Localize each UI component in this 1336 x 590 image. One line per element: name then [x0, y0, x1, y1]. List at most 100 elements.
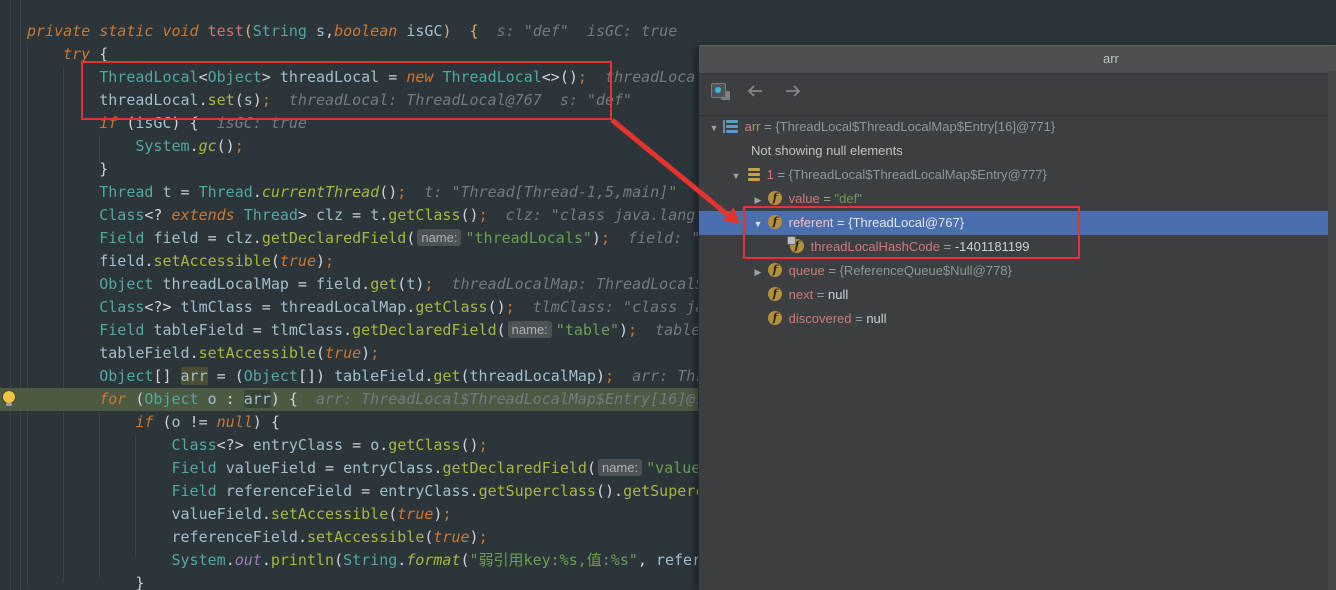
- code-token: setAccessible: [271, 505, 388, 523]
- code-token: = (: [208, 367, 244, 385]
- scrollbar[interactable]: [1328, 71, 1336, 590]
- equals-sign: =: [813, 287, 828, 302]
- tree-row-next[interactable]: f next = null: [699, 283, 1328, 307]
- code-token: .: [262, 505, 271, 523]
- popup-title-bar[interactable]: arr: [699, 45, 1336, 74]
- code-token: true: [325, 344, 361, 362]
- forward-arrow-icon[interactable]: [783, 83, 803, 99]
- code-token: [587, 68, 605, 86]
- code-token: ): [316, 252, 325, 270]
- code-token: .: [190, 344, 199, 362]
- code-token: s: [316, 22, 325, 40]
- inline-debug-hint: t: "Thread[Thread-1,5,main]": [424, 183, 677, 201]
- expand-icon[interactable]: ▶: [749, 260, 767, 284]
- code-token: valueField: [226, 459, 316, 477]
- code-token: clz: [226, 229, 253, 247]
- inline-debug-hint: arr: ThreadLocal$ThreadLocalMap$Entry[16…: [316, 390, 704, 408]
- code-token: String: [343, 551, 397, 569]
- code-line[interactable]: private static void test(String s,boolea…: [0, 20, 1336, 43]
- code-token: .: [253, 183, 262, 201]
- code-token: "table": [556, 321, 619, 339]
- code-token: threadLocalMap: [162, 275, 288, 293]
- code-token: =: [253, 298, 280, 316]
- variable-name: value: [785, 191, 820, 206]
- equals-sign: =: [851, 311, 866, 326]
- param-hint-chip: name:: [598, 459, 642, 476]
- tree-message-row[interactable]: Not showing null elements: [699, 139, 1328, 163]
- code-token: ;: [442, 505, 451, 523]
- code-token: >: [298, 206, 316, 224]
- code-token: threadLocal: [99, 91, 198, 109]
- code-token: Class: [99, 206, 144, 224]
- code-token: [217, 459, 226, 477]
- code-token: .: [253, 229, 262, 247]
- code-token: [610, 229, 628, 247]
- code-token: Class: [172, 436, 217, 454]
- code-token: format: [406, 551, 460, 569]
- tree-row-referent[interactable]: ▼f referent = {ThreadLocal@767}: [699, 211, 1328, 235]
- code-token: >: [262, 68, 280, 86]
- code-token: entryClass: [253, 436, 343, 454]
- code-token: [307, 22, 316, 40]
- code-token: ): [592, 229, 601, 247]
- variable-value: {ThreadLocal$ThreadLocalMap$Entry@777}: [789, 167, 1047, 182]
- code-token: Object: [99, 367, 153, 385]
- tree-row-1[interactable]: ▼ 1 = {ThreadLocal$ThreadLocalMap$Entry@…: [699, 163, 1328, 187]
- field-watch-icon: f: [789, 239, 807, 254]
- variables-tree[interactable]: ▼ arr = {ThreadLocal$ThreadLocalMap$Entr…: [699, 115, 1328, 590]
- code-token: .: [262, 551, 271, 569]
- collapse-icon[interactable]: ▼: [705, 116, 723, 140]
- code-token: Object: [99, 275, 153, 293]
- code-token: !=: [181, 413, 217, 431]
- variable-inspection-popup: arr ▼ arr = {ThreadLocal$ThreadLocalMap$…: [698, 45, 1336, 590]
- collapse-icon[interactable]: ▼: [749, 212, 767, 236]
- code-token: []): [298, 367, 334, 385]
- lightbulb-icon[interactable]: [3, 391, 15, 403]
- code-token: {: [271, 413, 280, 431]
- code-token: Field: [99, 321, 144, 339]
- code-token: println: [271, 551, 334, 569]
- code-token: threadLocalMap: [470, 367, 596, 385]
- code-token: isGC: [406, 22, 442, 40]
- code-token: "value: [646, 459, 700, 477]
- code-token: System: [135, 137, 189, 155]
- collapse-icon[interactable]: ▼: [727, 164, 745, 188]
- code-token: ;: [605, 367, 614, 385]
- tree-row-value[interactable]: ▶f value = "def": [699, 187, 1328, 211]
- variable-value: {ThreadLocal@767}: [848, 215, 964, 230]
- code-token: Object: [208, 68, 262, 86]
- equals-sign: =: [833, 215, 848, 230]
- variable-value: null: [828, 287, 848, 302]
- code-token: (): [461, 436, 479, 454]
- inline-debug-hint: threadLocal: ThreadLocal@767 s: "def": [289, 91, 632, 109]
- code-token: (): [461, 206, 479, 224]
- code-token: true: [280, 252, 316, 270]
- tree-row-queue[interactable]: ▶f queue = {ReferenceQueue$Null@778}: [699, 259, 1328, 283]
- tree-row-discovered[interactable]: f discovered = null: [699, 307, 1328, 331]
- field-icon: f: [767, 287, 785, 302]
- expand-icon[interactable]: ▶: [749, 188, 767, 212]
- code-token: getSuperclass: [479, 482, 596, 500]
- code-token: threadLocal: [280, 68, 379, 86]
- view-options-icon[interactable]: [711, 83, 733, 102]
- code-token: .: [298, 528, 307, 546]
- tree-row-threadLocalHashCode[interactable]: f threadLocalHashCode = -1401181199: [699, 235, 1328, 259]
- back-arrow-icon[interactable]: [745, 83, 765, 99]
- code-token: [217, 482, 226, 500]
- variable-value: -1401181199: [955, 239, 1030, 254]
- code-token: ): [253, 413, 271, 431]
- code-token: (: [244, 22, 253, 40]
- tree-row-arr[interactable]: ▼ arr = {ThreadLocal$ThreadLocalMap$Entr…: [699, 115, 1328, 139]
- code-token: {: [470, 22, 479, 40]
- code-token: ): [470, 528, 479, 546]
- code-token: ): [172, 114, 190, 132]
- code-token: getClass: [388, 436, 460, 454]
- code-token: refer: [656, 551, 701, 569]
- code-token: .: [343, 321, 352, 339]
- code-token: (: [497, 321, 506, 339]
- code-token: getSuperc: [623, 482, 704, 500]
- code-token: (: [397, 275, 406, 293]
- code-token: extends: [172, 206, 244, 224]
- code-token: t: [162, 183, 171, 201]
- code-token: ,: [638, 551, 656, 569]
